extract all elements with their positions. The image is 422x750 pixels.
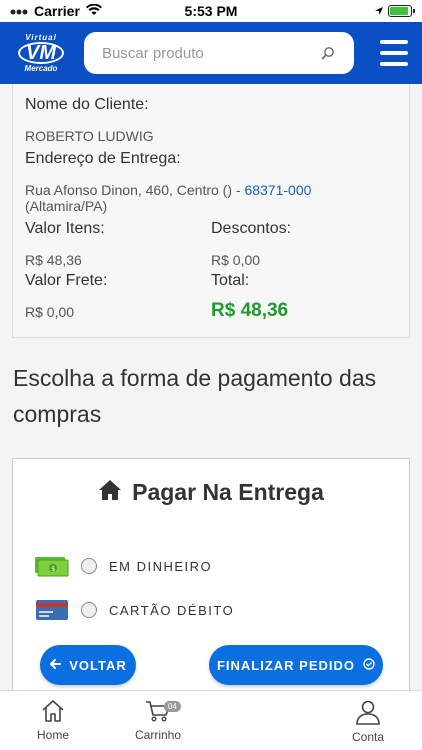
payment-title: Escolha a forma de pagamento das compras: [13, 365, 377, 427]
total-label: Total:: [211, 272, 250, 289]
tab-home[interactable]: Home: [13, 699, 93, 742]
discount-value: R$ 0,00: [211, 252, 261, 268]
total-value: R$ 48,36: [211, 300, 289, 321]
values-row-2: Valor Frete: R$ 0,00 Total: R$ 48,36: [25, 272, 397, 322]
user-icon: [355, 699, 381, 730]
cash-radio[interactable]: [81, 558, 97, 574]
payment-option-cash[interactable]: $ EM DINHEIRO: [35, 555, 212, 577]
cash-label: EM DINHEIRO: [109, 558, 213, 574]
debit-label: CARTÃO DÉBITO: [109, 602, 235, 618]
back-button[interactable]: VOLTAR: [40, 645, 136, 685]
carrier-name: Carrier: [34, 3, 80, 19]
home-outline-icon: [40, 699, 66, 728]
credit-card-icon: [35, 599, 69, 621]
payment-card: Pagar Na Entrega $ EM DINHEIRO CARTÃO DÉ…: [12, 458, 410, 698]
values-row-1: Valor Itens: R$ 48,36 Descontos: R$ 0,00: [25, 220, 397, 268]
bottom-tab-bar: Home 04 Carrinho Conta: [0, 690, 422, 750]
arrow-left-icon: [49, 658, 62, 673]
items-value: R$ 48,36: [25, 252, 82, 268]
menu-bar: [380, 51, 408, 55]
check-circle-icon: [363, 657, 375, 673]
status-bar: Carrier 5:53 PM: [0, 0, 422, 22]
payment-option-debit[interactable]: CARTÃO DÉBITO: [35, 599, 234, 621]
cash-icon: $: [35, 555, 69, 577]
back-button-label: VOLTAR: [69, 657, 127, 673]
search-input[interactable]: [102, 44, 320, 62]
client-value: ROBERTO LUDWIG: [25, 128, 154, 144]
client-label: Nome do Cliente:: [25, 96, 149, 113]
signal-dots-icon: [10, 3, 28, 19]
svg-text:$: $: [51, 565, 55, 573]
order-summary: Nome do Cliente: ROBERTO LUDWIG Endereço…: [12, 84, 410, 338]
finish-order-button[interactable]: FINALIZAR PEDIDO: [209, 645, 383, 685]
payment-card-title: Pagar Na Entrega: [132, 479, 324, 505]
address-street: Rua Afonso Dinon, 460, Centro () -: [25, 182, 245, 198]
tab-account[interactable]: Conta: [328, 699, 408, 744]
logo-bottom-text: Mercado: [24, 64, 58, 73]
debit-radio[interactable]: [81, 602, 97, 618]
freight-label: Valor Frete:: [25, 272, 108, 289]
logo-top-text: Virtual: [25, 33, 57, 42]
app-header: Virtual VM Mercado: [0, 22, 422, 84]
address-label: Endereço de Entrega:: [25, 150, 181, 167]
items-label: Valor Itens:: [25, 220, 105, 237]
battery-icon: [388, 5, 415, 17]
location-icon: [374, 3, 384, 19]
payment-card-header: Pagar Na Entrega: [13, 479, 409, 506]
tab-cart-label: Carrinho: [134, 728, 182, 742]
status-left: Carrier: [10, 3, 102, 19]
address-cep-link[interactable]: 68371-000: [244, 182, 311, 198]
address-city: (Altamira/PA): [25, 198, 108, 214]
search-icon[interactable]: [320, 45, 336, 61]
logo-main-text: VM: [18, 42, 64, 64]
discount-label: Descontos:: [211, 220, 292, 237]
freight-value: R$ 0,00: [25, 304, 75, 320]
hamburger-menu-icon[interactable]: [380, 40, 408, 66]
tab-account-label: Conta: [351, 730, 385, 744]
search-box[interactable]: [84, 32, 354, 74]
status-right: [374, 3, 415, 19]
cart-badge: 04: [164, 701, 181, 712]
tab-cart[interactable]: 04 Carrinho: [118, 699, 198, 742]
battery-fill: [390, 7, 408, 15]
menu-bar: [380, 40, 408, 44]
home-icon: [98, 479, 122, 506]
wifi-icon: [85, 3, 102, 19]
virtual-mercado-logo[interactable]: Virtual VM Mercado: [10, 30, 72, 76]
finish-order-label: FINALIZAR PEDIDO: [216, 657, 356, 673]
tab-home-label: Home: [36, 728, 69, 742]
address-value: Rua Afonso Dinon, 460, Centro () - 68371…: [25, 182, 397, 214]
menu-bar: [380, 62, 408, 66]
